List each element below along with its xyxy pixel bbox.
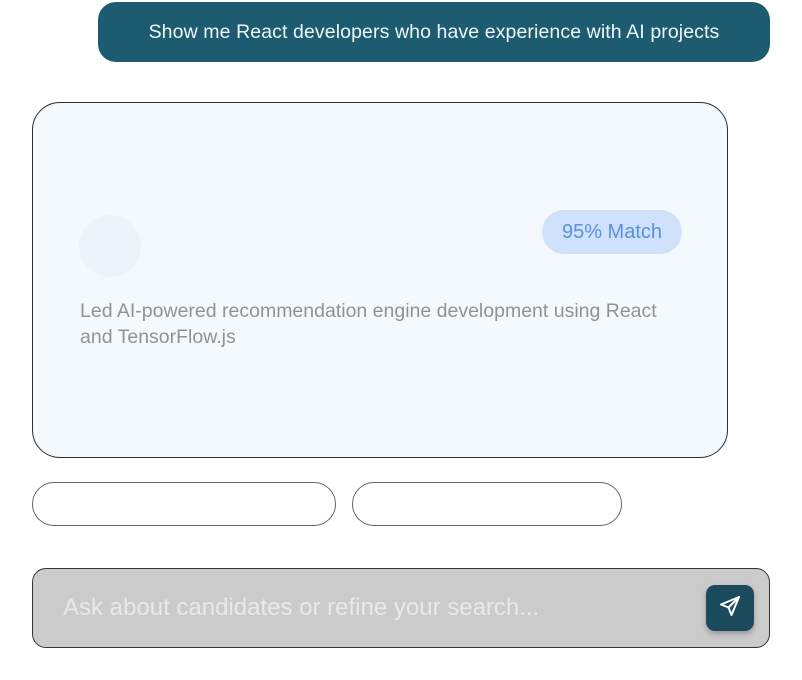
suggestion-chip-1[interactable] — [32, 482, 336, 526]
chat-page: Show me React developers who have experi… — [0, 0, 802, 680]
suggestion-chip-2[interactable] — [352, 482, 622, 526]
send-icon — [718, 594, 742, 623]
chat-input[interactable] — [63, 569, 693, 646]
candidate-card[interactable]: 95% Match Led AI-powered recommendation … — [32, 102, 728, 458]
user-message-text: Show me React developers who have experi… — [148, 20, 720, 43]
avatar — [79, 215, 141, 277]
candidate-summary: Led AI-powered recommendation engine dev… — [80, 300, 657, 348]
send-button[interactable] — [706, 585, 754, 631]
user-message-bubble: Show me React developers who have experi… — [98, 2, 770, 62]
match-badge: 95% Match — [542, 210, 682, 254]
match-badge-label: 95% Match — [561, 220, 663, 243]
chat-input-box — [32, 568, 770, 648]
